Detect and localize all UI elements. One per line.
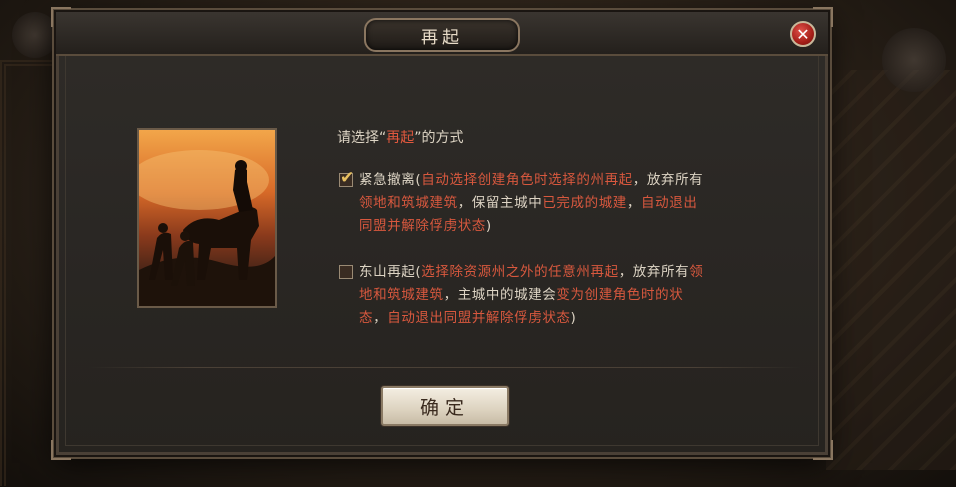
option-name: 东山再起 <box>359 264 416 280</box>
close-icon: ✕ <box>796 24 810 44</box>
title-plaque: 再起 <box>364 18 520 52</box>
background-jade-token <box>882 28 946 92</box>
option-text-plain: ， <box>373 310 388 326</box>
dialog-title: 再起 <box>421 27 463 48</box>
option-checkbox-unchecked[interactable] <box>339 265 353 279</box>
option-description: 东山再起(选择除资源州之外的任意州再起，放弃所有领地和筑城建筑，主城中的城建会变… <box>359 261 711 330</box>
option-text-plain: ，保留主城中 <box>457 195 543 211</box>
option-text-plain: ，放弃所有 <box>618 264 690 280</box>
option-detail: 自动选择创建角色时选择的州再起 <box>421 172 633 188</box>
paren: ) <box>570 310 577 326</box>
prompt-highlight: 再起 <box>386 130 415 146</box>
revive-illustration <box>137 128 277 308</box>
option-description: 紧急撤离(自动选择创建角色时选择的州再起，放弃所有领地和筑城建筑，保留主城中已完… <box>359 169 711 238</box>
corner-ornament <box>51 440 71 460</box>
option-text-plain: ， <box>626 195 642 211</box>
option-comeback[interactable]: 东山再起(选择除资源州之外的任意州再起，放弃所有领地和筑城建筑，主城中的城建会变… <box>339 261 711 330</box>
selection-prompt: 请选择“再起”的方式 <box>337 127 464 147</box>
option-detail: 自动退出同盟并解除俘虏状态 <box>387 310 571 326</box>
corner-ornament <box>51 7 71 27</box>
confirm-label: 确定 <box>419 396 470 419</box>
revive-dialog: 再起 ✕ 请选择“再起”的方式 ✔ 紧急撤离(自动选择创建角色时选择的州再起，放… <box>51 7 833 460</box>
option-detail: 领地和筑城建筑 <box>359 195 458 211</box>
option-text-plain: ，放弃所有 <box>632 172 704 188</box>
paren: ) <box>485 218 492 234</box>
option-checkbox-checked[interactable] <box>339 168 354 188</box>
prompt-prefix: 请选择“ <box>337 130 387 146</box>
divider <box>89 367 801 368</box>
prompt-suffix: ”的方式 <box>414 130 464 146</box>
game-scene: 再起 ✕ 请选择“再起”的方式 ✔ 紧急撤离(自动选择创建角色时选择的州再起，放… <box>0 0 956 487</box>
corner-ornament <box>813 7 833 27</box>
corner-ornament <box>813 440 833 460</box>
horsemen-silhouette <box>139 150 275 306</box>
option-emergency-evacuate[interactable]: 紧急撤离(自动选择创建角色时选择的州再起，放弃所有领地和筑城建筑，保留主城中已完… <box>339 168 711 238</box>
option-detail: 已完成的城建 <box>542 195 627 211</box>
dialog-title-bar: 再起 ✕ <box>56 12 828 56</box>
option-detail: 选择除资源州之外的任意州再起 <box>421 264 619 280</box>
option-name: 紧急撤离 <box>359 172 416 188</box>
confirm-button[interactable]: 确定 <box>381 386 509 426</box>
background-lattice <box>826 70 956 470</box>
option-text-plain: ，主城中的城建会 <box>443 287 557 303</box>
